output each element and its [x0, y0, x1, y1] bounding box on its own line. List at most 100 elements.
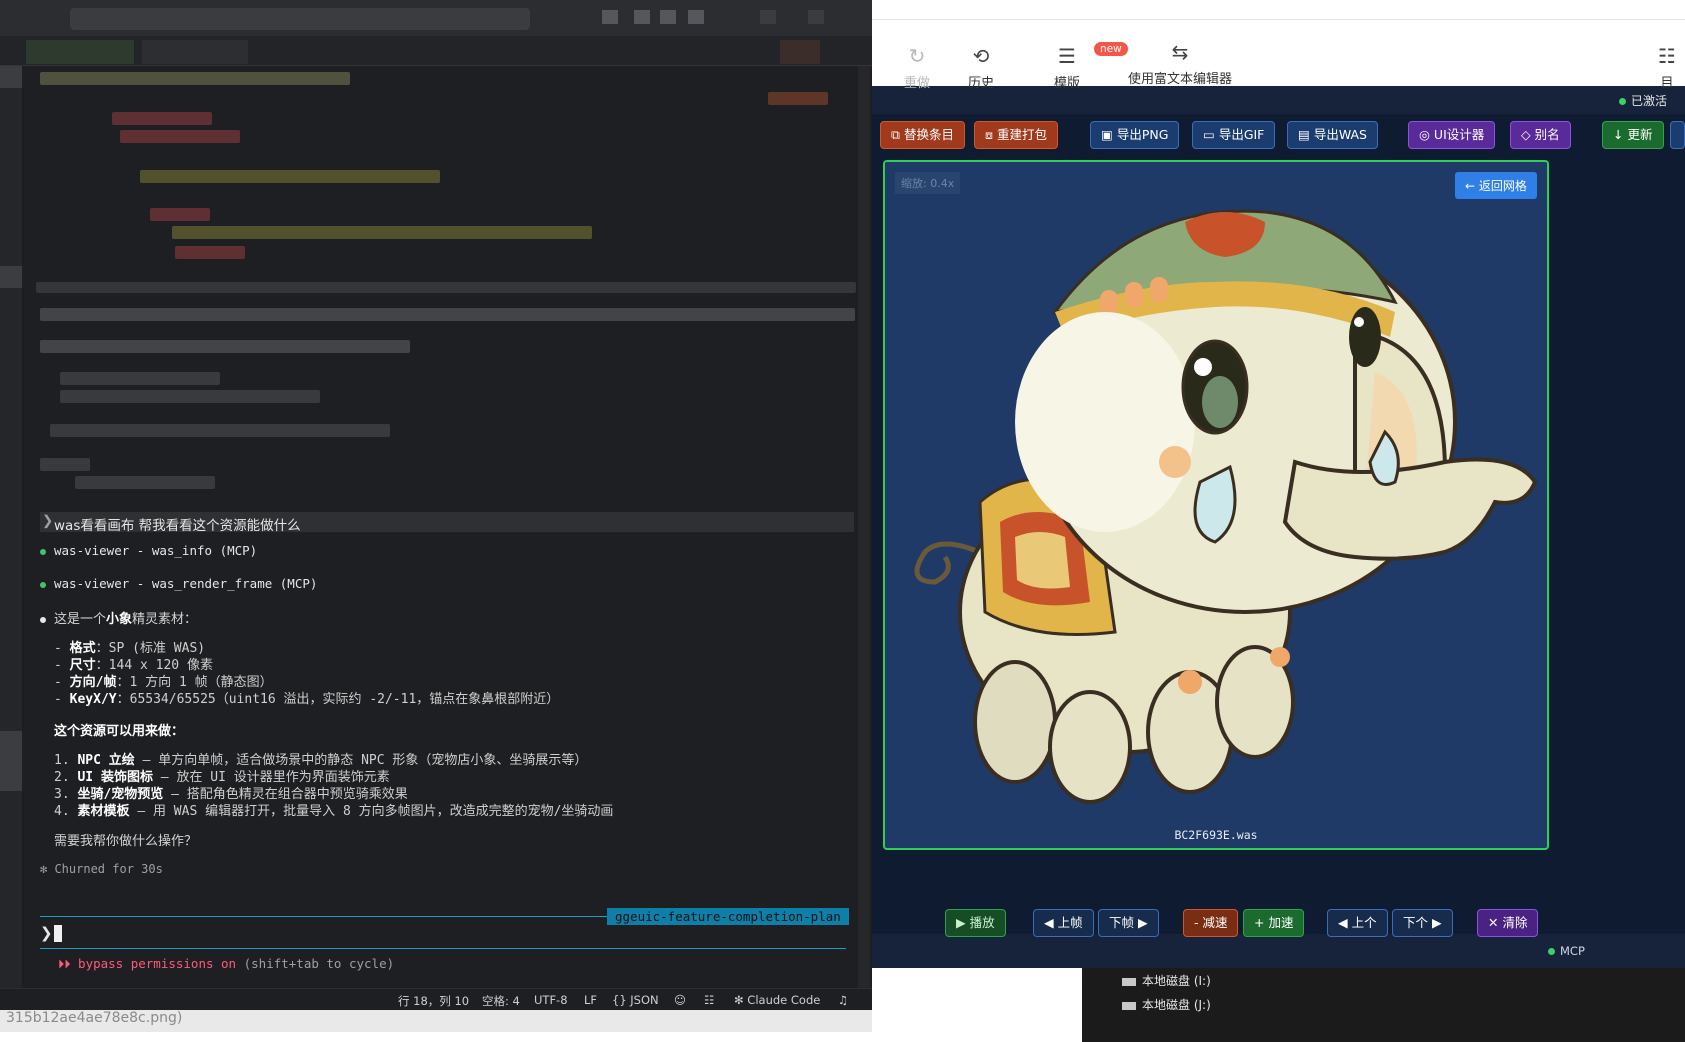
viewer-status-row: MCP [872, 934, 1685, 968]
bell-icon[interactable]: ♫ [838, 993, 848, 1007]
activity-item[interactable] [0, 731, 22, 791]
line-ending[interactable]: LF [584, 993, 597, 1007]
list-item: - 尺寸：144 x 120 像素 [54, 658, 213, 673]
list-item: 4. 素材模板 — 用 WAS 编辑器打开，批量导入 8 方向多帧图片，改造成完… [54, 804, 614, 819]
background-window-strip: 315b12ae4ae78e8c.png) [0, 1010, 872, 1032]
history-button[interactable]: ⟲ 历史 [968, 44, 994, 91]
user-prompt: ❯ was看看画布 帮我看看这个资源能做什么 [40, 512, 854, 534]
activity-bar [0, 66, 22, 1032]
save-icon: ▤ [1298, 127, 1310, 142]
next-frame-button[interactable]: 下帧 ▶ [1098, 909, 1159, 937]
update-button[interactable]: ↓ 更新 [1602, 121, 1664, 149]
user-prompt-text: was看看画布 帮我看看这个资源能做什么 [54, 518, 301, 534]
sprite-canvas[interactable]: 缩放: 0.4x ← 返回网格 BC2F693E.was [883, 160, 1549, 850]
indentation[interactable]: 空格: 4 [482, 993, 520, 1009]
history-icon: ⟲ [972, 44, 990, 68]
assistant-intro: 这是一个小象精灵素材： [40, 608, 197, 627]
close-icon[interactable] [808, 10, 824, 24]
play-button[interactable]: ▶ 播放 [945, 909, 1006, 937]
drive-item[interactable]: 本地磁盘 (I:) [1122, 972, 1211, 989]
activity-item[interactable] [0, 66, 22, 88]
film-icon: ▭ [1203, 127, 1215, 142]
tool-call-was-info: was-viewer - was_info (MCP) [40, 543, 257, 558]
list-item: - 格式：SP (标准 WAS) [54, 641, 206, 656]
redo-button[interactable]: ↻ 重做 [904, 44, 930, 91]
editor-titlebar [0, 0, 872, 36]
status-dot-icon [1548, 948, 1555, 955]
replace-icon: ⧉ [891, 127, 900, 142]
list-icon: ☷ [1658, 44, 1676, 68]
swap-icon: ⇆ [1171, 40, 1189, 64]
status-bar: 行 18，列 10 空格: 4 UTF-8 LF {} JSON ☺ ☷ ✻ C… [0, 988, 872, 1010]
editor-tab[interactable] [142, 40, 248, 64]
overflow-button[interactable] [1670, 121, 1685, 149]
rebuild-package-button[interactable]: ⧈ 重建打包 [974, 121, 1058, 149]
list-item: 2. UI 装饰图标 — 放在 UI 设计器里作为界面装饰元素 [54, 770, 390, 785]
elephant-sprite [914, 209, 1538, 804]
claude-code-status[interactable]: ✻ Claude Code [734, 993, 820, 1007]
encoding[interactable]: UTF-8 [534, 993, 568, 1007]
speed-up-button[interactable]: + 加速 [1243, 909, 1305, 937]
churned-status: ✻ Churned for 30s [40, 862, 163, 876]
drive-item[interactable]: 本地磁盘 (J:) [1122, 996, 1211, 1013]
command-center-search[interactable] [70, 8, 530, 30]
clear-button[interactable]: ✕ 清除 [1477, 909, 1539, 937]
ui-designer-button[interactable]: ◎ UI设计器 [1408, 121, 1496, 149]
drive-icon [1122, 1001, 1136, 1010]
layout-icon[interactable] [688, 10, 704, 24]
layout-icon[interactable] [660, 10, 676, 24]
code-editor-window: ❯ was看看画布 帮我看看这个资源能做什么 was-viewer - was_… [0, 0, 872, 1032]
status-dot-icon [1618, 98, 1626, 105]
prev-item-button[interactable]: ◀ 上个 [1327, 909, 1388, 937]
list-item: 3. 坐骑/宠物预览 — 搭配角色精灵在组合器中预览骑乘效果 [54, 787, 408, 802]
redo-icon: ↻ [908, 44, 926, 68]
layout-icon[interactable] [602, 10, 618, 24]
export-png-button[interactable]: ▣ 导出PNG [1090, 121, 1180, 149]
alias-button[interactable]: ◇ 别名 [1510, 121, 1571, 149]
success-dot-icon [40, 581, 46, 588]
download-icon: ↓ [1613, 127, 1624, 142]
activity-item[interactable] [0, 266, 22, 288]
tag-icon: ◇ [1521, 127, 1531, 142]
chat-input[interactable] [54, 925, 62, 942]
uses-list: 1. NPC 立绘 — 单方向单帧，适合做场景中的静态 NPC 形象（宠物店小象… [54, 752, 613, 820]
success-dot-icon [40, 548, 46, 555]
editor-tab[interactable] [26, 40, 134, 64]
input-divider-bottom [40, 948, 846, 949]
file-name: BC2F693E.was [1174, 828, 1258, 842]
double-chevron-icon: ⏵⏵ [58, 956, 71, 971]
list-item: - KeyX/Y：65534/65525（uint16 溢出，实际约 -2/-1… [54, 692, 560, 707]
new-badge: new [1094, 42, 1128, 56]
template-button[interactable]: ☰ 模版 [1054, 44, 1080, 91]
list-button[interactable]: ☷ 目 [1652, 44, 1682, 91]
background-explorer: 本地磁盘 (I:) 本地磁盘 (J:) [1082, 968, 1685, 1042]
branch-label: ggeuic-feature-completion-plan [607, 908, 849, 925]
chat-icon[interactable]: ☷ [704, 993, 714, 1007]
activation-status: 已激活 [1618, 92, 1667, 109]
next-item-button[interactable]: 下个 ▶ [1392, 909, 1453, 937]
prev-frame-button[interactable]: ◀ 上帧 [1033, 909, 1094, 937]
chevron-right-icon: ❯ [42, 513, 54, 529]
bullet-icon [40, 616, 46, 623]
replace-entry-button[interactable]: ⧉ 替换条目 [880, 121, 965, 149]
uses-heading: 这个资源可以用来做： [54, 724, 185, 739]
editor-tab-actions[interactable] [780, 40, 820, 64]
export-was-button[interactable]: ▤ 导出WAS [1287, 121, 1378, 149]
drive-icon [1122, 977, 1136, 986]
viewer-top-strip [872, 0, 1685, 20]
language-mode[interactable]: {} JSON [612, 993, 659, 1007]
copilot-icon[interactable]: ☺ [674, 993, 686, 1007]
rich-editor-button[interactable]: ⇆ 使用富文本编辑器 [1128, 40, 1232, 87]
editor-scrollbar[interactable] [858, 66, 870, 996]
cursor-position[interactable]: 行 18，列 10 [398, 993, 469, 1009]
list-item: 1. NPC 立绘 — 单方向单帧，适合做场景中的静态 NPC 形象（宠物店小象… [54, 753, 588, 768]
slow-down-button[interactable]: - 减速 [1183, 909, 1239, 937]
template-icon: ☰ [1058, 44, 1076, 68]
bypass-permissions-status[interactable]: ⏵⏵ bypass permissions on (shift+tab to c… [58, 956, 394, 972]
layout-icon[interactable] [634, 10, 650, 24]
mcp-status: MCP [1548, 944, 1585, 958]
export-gif-button[interactable]: ▭ 导出GIF [1192, 121, 1276, 149]
assistant-question: 需要我帮你做什么操作？ [54, 834, 198, 849]
minimize-icon[interactable] [760, 10, 776, 24]
palette-icon: ◎ [1419, 127, 1430, 142]
